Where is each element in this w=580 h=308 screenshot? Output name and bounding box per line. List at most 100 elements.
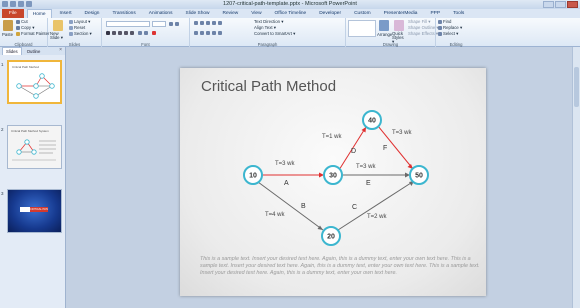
tab-design[interactable]: Design [80, 9, 105, 18]
shape-effects-button[interactable]: Shape Effects ▾ [408, 31, 438, 37]
justify-icon[interactable] [212, 31, 216, 35]
pane-tabs: Slides Outline × [0, 47, 65, 55]
slide-thumbnail-2[interactable]: Critical Path Method System [7, 125, 62, 169]
copy-icon[interactable] [16, 26, 20, 30]
quick-styles-icon[interactable] [394, 20, 404, 31]
format-painter-button[interactable]: Format Painter [21, 31, 49, 36]
edge-20-50 [337, 180, 415, 231]
thumbnail-title-banner: CRITICAL PATH [30, 207, 48, 212]
tab-ppp[interactable]: PPP [425, 9, 445, 18]
decrease-indent-icon[interactable] [206, 21, 210, 25]
select-button[interactable]: Select ▾ [443, 31, 458, 37]
align-right-icon[interactable] [206, 31, 210, 35]
node-20[interactable]: 20 [321, 226, 341, 246]
node-30[interactable]: 30 [323, 165, 343, 185]
numbering-icon[interactable] [200, 21, 204, 25]
underline-icon[interactable] [118, 31, 122, 35]
tab-transitions[interactable]: Transitions [107, 9, 140, 18]
italic-icon[interactable] [112, 31, 116, 35]
arrowhead-icon [361, 127, 366, 133]
vertical-scrollbar[interactable] [572, 47, 580, 308]
edge-duration-label: T=3 wk [275, 161, 296, 167]
columns-icon[interactable] [218, 31, 222, 35]
font-group: Font [102, 18, 190, 47]
tab-tools[interactable]: Tools [448, 9, 469, 18]
change-case-icon[interactable] [144, 31, 148, 35]
minimize-button[interactable] [543, 1, 554, 8]
tab-outline[interactable]: Outline [24, 48, 44, 55]
tab-custom[interactable]: Custom [349, 9, 376, 18]
font-name-select[interactable] [106, 21, 150, 27]
font-size-select[interactable] [152, 21, 166, 27]
increase-indent-icon[interactable] [212, 21, 216, 25]
window-controls [543, 1, 578, 8]
strikethrough-icon[interactable] [130, 31, 134, 35]
replace-icon[interactable] [438, 26, 442, 30]
align-center-icon[interactable] [200, 31, 204, 35]
tab-animations[interactable]: Animations [144, 9, 178, 18]
section-button[interactable]: Section ▾ [74, 31, 92, 37]
editing-group: Find Replace ▾ Select ▾ Editing [436, 18, 476, 47]
slide[interactable]: Critical Path Method T=3 wk A T=4 wk B T… [180, 68, 486, 296]
tab-insert[interactable]: Insert [55, 9, 77, 18]
bullets-icon[interactable] [194, 21, 198, 25]
node-label: 10 [249, 173, 257, 180]
node-50[interactable]: 50 [409, 165, 429, 185]
arrange-icon[interactable] [379, 20, 389, 31]
tab-slides[interactable]: Slides [2, 47, 22, 55]
new-slide-button[interactable]: New Slide ▾ [50, 31, 68, 40]
thumbnail-title-block [20, 207, 30, 212]
shadow-icon[interactable] [124, 31, 128, 35]
new-slide-icon[interactable] [53, 20, 63, 31]
slide-number: 3 [1, 191, 4, 196]
cut-button[interactable]: Cut [21, 19, 28, 24]
format-painter-icon[interactable] [16, 32, 20, 36]
reset-icon[interactable] [69, 26, 73, 30]
edge-letter-label: E [366, 180, 371, 187]
shapes-gallery[interactable] [348, 20, 376, 37]
convert-smartart-button[interactable]: Convert to SmartArt ▾ [254, 31, 295, 37]
sample-text[interactable]: This is a sample text. Insert your desir… [200, 256, 480, 277]
scrollbar-thumb[interactable] [574, 67, 579, 107]
tab-presentermedia[interactable]: PresenterMedia [379, 9, 423, 18]
paste-icon[interactable] [3, 20, 13, 31]
slide-thumbnail-1[interactable]: Critical Path Method [7, 60, 62, 104]
tab-home[interactable]: Home [26, 9, 52, 18]
character-spacing-icon[interactable] [138, 31, 142, 35]
edge-duration-label: T=4 wk [265, 212, 286, 218]
node-10[interactable]: 10 [243, 165, 263, 185]
arrange-button[interactable]: Arrange [377, 32, 392, 37]
layout-icon[interactable] [69, 20, 73, 24]
node-label: 50 [415, 173, 423, 180]
maximize-button[interactable] [555, 1, 566, 8]
tab-review[interactable]: Review [218, 9, 244, 18]
close-pane-icon[interactable]: × [59, 47, 62, 53]
paste-button[interactable]: Paste [2, 32, 13, 37]
line-spacing-icon[interactable] [218, 21, 222, 25]
edge-duration-label: T=3 wk [356, 164, 377, 170]
slides-group: New Slide ▾ Layout ▾ Reset Section ▾ Sli… [48, 18, 102, 47]
font-color-icon[interactable] [152, 31, 156, 35]
reset-button[interactable]: Reset [74, 25, 85, 30]
node-40[interactable]: 40 [362, 110, 382, 130]
tab-office-timeline[interactable]: Office Timeline [270, 9, 312, 18]
slide-thumbnail-3[interactable]: CRITICAL PATH [7, 189, 62, 233]
tab-slide-show[interactable]: Slide Show [181, 9, 215, 18]
tab-view[interactable]: View [246, 9, 266, 18]
ribbon-tabs: File Home Insert Design Transitions Anim… [0, 9, 580, 18]
bold-icon[interactable] [106, 31, 110, 35]
grow-font-icon[interactable] [169, 22, 173, 26]
find-button[interactable]: Find [443, 19, 451, 24]
select-icon[interactable] [438, 32, 442, 36]
tab-developer[interactable]: Developer [314, 9, 346, 18]
edge-letter-label: A [284, 180, 289, 187]
edge-duration-label: T=2 wk [367, 214, 388, 220]
shrink-font-icon[interactable] [175, 22, 179, 26]
close-button[interactable] [567, 1, 578, 8]
align-left-icon[interactable] [194, 31, 198, 35]
cut-icon[interactable] [16, 20, 20, 24]
section-icon[interactable] [69, 32, 73, 36]
paragraph-group: Text Direction ▾ Align Text ▾ Convert to… [190, 18, 346, 47]
tab-file[interactable]: File [2, 9, 24, 18]
find-icon[interactable] [438, 20, 442, 24]
